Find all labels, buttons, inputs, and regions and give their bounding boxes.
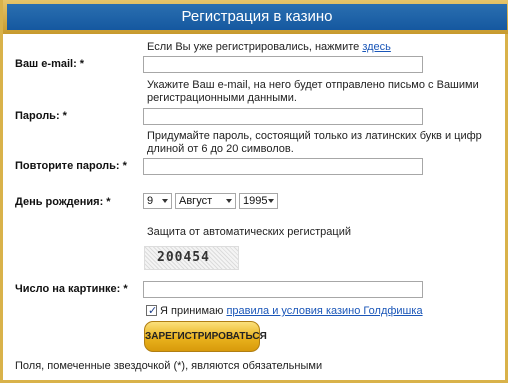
birthday-month-value: Август xyxy=(179,195,213,207)
password-repeat-field[interactable] xyxy=(143,158,423,175)
email-label: Ваш e-mail: * xyxy=(15,58,85,70)
captcha-image: 200454 xyxy=(144,246,239,270)
birthday-year-select[interactable]: 1995 xyxy=(239,193,278,209)
birthday-year-value: 1995 xyxy=(243,195,268,207)
birthday-month-select[interactable]: Август xyxy=(175,193,236,209)
email-hint: Укажите Ваш e-mail, на него будет отправ… xyxy=(147,79,479,104)
birthday-day-value: 9 xyxy=(147,195,154,207)
title-bar: Регистрация в казино xyxy=(3,0,508,34)
birthday-day-select[interactable]: 9 xyxy=(143,193,172,209)
captcha-input[interactable] xyxy=(143,281,423,298)
login-here-link[interactable]: здесь xyxy=(362,41,391,53)
terms-link[interactable]: правила и условия казино Голдфишка xyxy=(226,305,422,317)
required-fields-note: Поля, помеченные звездочкой (*), являютс… xyxy=(15,360,323,372)
registration-window: Регистрация в казино Если Вы уже регистр… xyxy=(0,0,508,383)
terms-text: Я принимаю правила и условия казино Голд… xyxy=(160,305,423,318)
terms-checkbox[interactable]: ✓ xyxy=(146,304,158,317)
chevron-down-icon xyxy=(162,199,168,203)
already-registered-text: Если Вы уже регистрировались, нажмите xyxy=(147,41,360,53)
already-registered-note: Если Вы уже регистрировались, нажмите зд… xyxy=(147,41,391,54)
password-repeat-label: Повторите пароль: * xyxy=(15,160,127,172)
window-title: Регистрация в казино xyxy=(7,4,507,30)
captcha-caption: Защита от автоматических регистраций xyxy=(147,226,352,238)
password-field[interactable] xyxy=(143,108,423,125)
password-label: Пароль: * xyxy=(15,110,67,122)
chevron-down-icon xyxy=(226,199,232,203)
email-field[interactable] xyxy=(143,56,423,73)
checkmark-icon: ✓ xyxy=(148,304,158,317)
captcha-label: Число на картинке: * xyxy=(15,283,128,295)
chevron-down-icon xyxy=(268,199,274,203)
birthday-label: День рождения: * xyxy=(15,196,111,208)
captcha-code: 200454 xyxy=(157,250,210,265)
password-hint: Придумайте пароль, состоящий только из л… xyxy=(147,130,482,155)
terms-prefix: Я принимаю xyxy=(160,305,224,317)
register-button[interactable]: ЗАРЕГИСТРИРОВАТЬСЯ xyxy=(144,321,267,352)
